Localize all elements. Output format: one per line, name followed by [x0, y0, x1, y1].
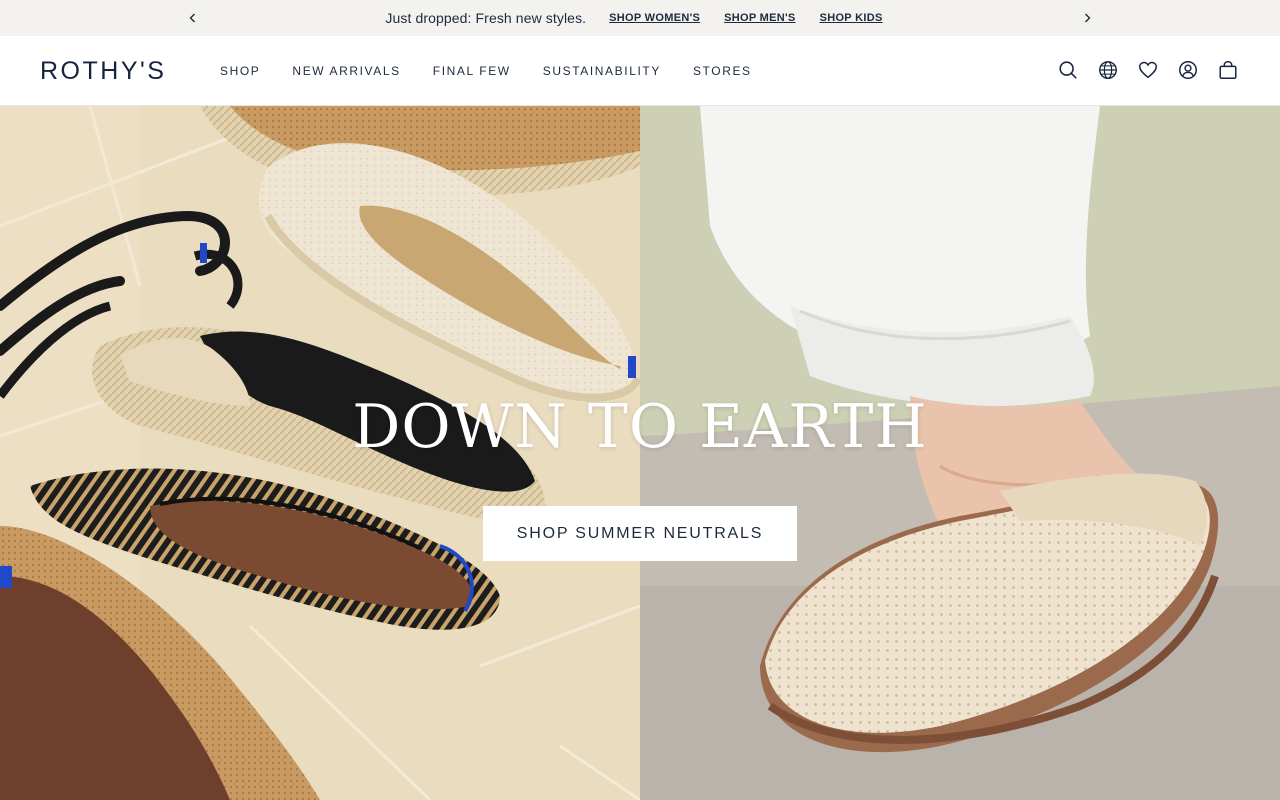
announcement-text: Just dropped: Fresh new styles.	[385, 10, 587, 26]
nav-item-shop[interactable]: SHOP	[220, 64, 260, 78]
shop-kids-link[interactable]: SHOP KIDS	[820, 12, 883, 24]
shop-summer-neutrals-button[interactable]: SHOP SUMMER NEUTRALS	[483, 506, 797, 561]
search-icon[interactable]	[1056, 58, 1080, 82]
account-icon[interactable]	[1176, 58, 1200, 82]
hero-banner: DOWN TO EARTH SHOP SUMMER NEUTRALS	[0, 106, 1280, 800]
site-logo[interactable]: ROTHY'S	[40, 57, 166, 86]
hero-image-left	[0, 106, 640, 800]
announcement-bar: Just dropped: Fresh new styles. SHOP WOM…	[0, 0, 1280, 36]
shop-mens-link[interactable]: SHOP MEN'S	[724, 12, 795, 24]
nav-item-stores[interactable]: STORES	[693, 64, 752, 78]
clog-on-foot-image	[640, 106, 1280, 800]
hero-image-right	[640, 106, 1280, 800]
bag-icon[interactable]	[1216, 58, 1240, 82]
globe-icon[interactable]	[1096, 58, 1120, 82]
nav-item-sustainability[interactable]: SUSTAINABILITY	[543, 64, 661, 78]
nav-item-new-arrivals[interactable]: NEW ARRIVALS	[292, 64, 400, 78]
nav-item-final-few[interactable]: FINAL FEW	[433, 64, 511, 78]
header-icons	[1040, 58, 1240, 82]
shop-womens-link[interactable]: SHOP WOMEN'S	[609, 12, 700, 24]
site-header: ROTHY'S SHOP NEW ARRIVALS FINAL FEW SUST…	[0, 36, 1280, 106]
chevron-right-icon[interactable]	[1077, 8, 1097, 28]
shoes-flat-lay-image	[0, 106, 640, 800]
heart-icon[interactable]	[1136, 58, 1160, 82]
main-nav: SHOP NEW ARRIVALS FINAL FEW SUSTAINABILI…	[220, 64, 784, 78]
